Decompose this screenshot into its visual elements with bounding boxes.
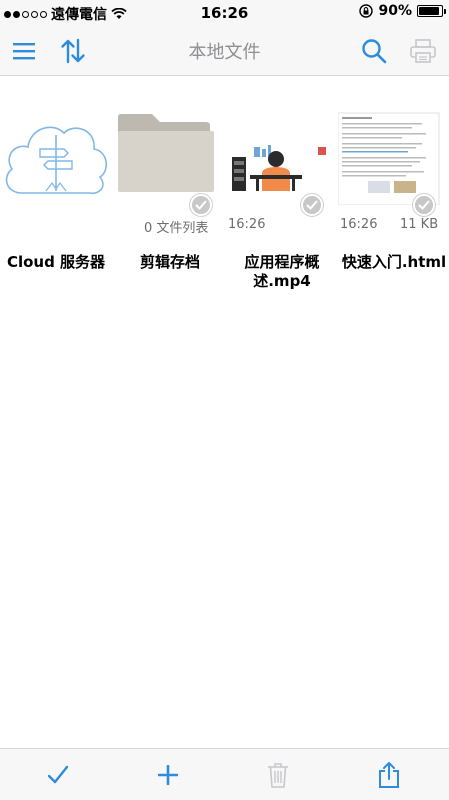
select-checkbox[interactable] [413, 194, 435, 216]
file-meta-time: 16:26 [340, 217, 378, 232]
file-meta-size: 11 KB [400, 217, 439, 232]
add-button[interactable] [152, 759, 184, 791]
select-button[interactable] [42, 759, 74, 791]
battery-icon [417, 5, 446, 17]
file-name: 应用程序概述.mp4 [244, 253, 320, 290]
cloud-icon [0, 95, 112, 205]
file-name: 快速入门.html [341, 253, 447, 271]
video-thumbnail [226, 95, 338, 205]
file-meta-time: 16:26 [228, 217, 266, 232]
print-button[interactable] [408, 36, 438, 66]
checkmark-icon [418, 200, 430, 210]
checkmark-icon [47, 765, 69, 784]
checkmark-icon [306, 200, 318, 210]
bottom-toolbar [0, 748, 449, 800]
file-meta-count: 0 文件列表 [144, 221, 209, 236]
share-button[interactable] [373, 759, 405, 791]
file-name: 剪辑存档 [139, 253, 200, 271]
rotation-lock-icon [359, 4, 374, 18]
checkmark-icon [195, 200, 207, 210]
battery-level [419, 7, 439, 15]
trash-icon [268, 763, 288, 788]
navigation-bar: 本地文件 [0, 26, 449, 76]
file-name: Cloud 服务器 [6, 253, 106, 271]
document-thumbnail [337, 95, 449, 206]
printer-icon [410, 39, 436, 63]
file-grid: Cloud 服务器 0 文件列表 剪辑存档 16:26 应用程序概述.mp4 1… [0, 77, 449, 748]
plus-icon [158, 765, 178, 785]
delete-button[interactable] [262, 759, 294, 791]
select-checkbox[interactable] [301, 194, 323, 216]
search-icon [362, 39, 387, 64]
search-button[interactable] [359, 36, 389, 66]
select-checkbox[interactable] [190, 194, 212, 216]
folder-icon [114, 95, 226, 205]
share-icon [379, 762, 399, 788]
battery-percent: 90% [378, 3, 412, 19]
status-bar: 遠傳電信 16:26 90% [0, 0, 449, 26]
